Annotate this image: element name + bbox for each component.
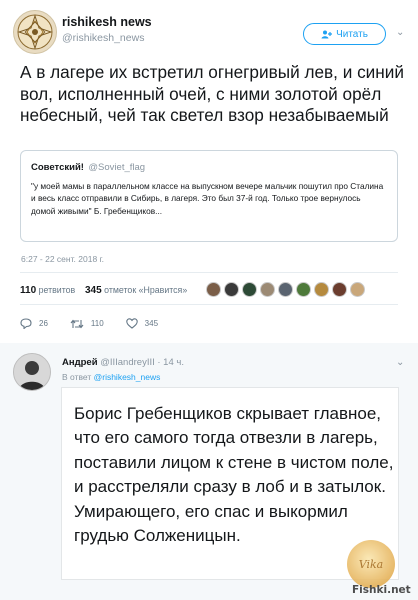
- avatar[interactable]: [242, 282, 257, 297]
- mandala-icon: [17, 14, 53, 50]
- quoted-tweet[interactable]: Советский! @Soviet_flag "у моей мамы в п…: [20, 150, 398, 242]
- reply-icon: [20, 318, 32, 329]
- quoted-tweet-text: "у моей мамы в параллельном классе на вы…: [31, 181, 384, 216]
- likes-count[interactable]: 345: [85, 285, 102, 296]
- avatar[interactable]: [350, 282, 365, 297]
- heart-icon: [125, 318, 138, 329]
- avatar[interactable]: [296, 282, 311, 297]
- retweet-count: 110: [90, 319, 104, 328]
- quoted-author-handle: @Soviet_flag: [88, 162, 146, 173]
- follow-button[interactable]: Читать: [303, 23, 386, 45]
- avatar[interactable]: [224, 282, 239, 297]
- author-handle[interactable]: @rishikesh_news: [62, 32, 144, 44]
- retweets-count[interactable]: 110: [20, 285, 36, 296]
- reply-count: 26: [39, 319, 48, 328]
- tweet-timestamp[interactable]: 6:27 - 22 сент. 2018 г.: [21, 254, 104, 264]
- person-icon: [14, 354, 50, 390]
- follow-icon: [321, 30, 333, 38]
- reply-to-line: В ответ @rishikesh_news: [62, 372, 160, 382]
- reply-author[interactable]: Андрей @IIIandreyIII · 14 ч.: [62, 357, 184, 368]
- avatar[interactable]: [332, 282, 347, 297]
- avatar[interactable]: [206, 282, 221, 297]
- reply-to-prefix: В ответ: [62, 372, 92, 382]
- tweet-stats: 110 ретвитов 345 отметок «Нравится»: [20, 285, 187, 296]
- likes-label[interactable]: отметок «Нравится»: [104, 285, 187, 295]
- like-count: 345: [144, 319, 159, 328]
- logo-text: Vika: [358, 557, 384, 571]
- reply-text: Борис Гребенщиков скрывает главное, что …: [74, 404, 394, 546]
- screenshot-frame: rishikesh news @rishikesh_news Читать ⌄ …: [0, 0, 418, 600]
- reply-button[interactable]: 26: [20, 318, 48, 329]
- author-avatar[interactable]: [13, 10, 57, 54]
- quoted-tweet-header: Советский! @Soviet_flag: [31, 157, 387, 175]
- retweet-icon: [70, 319, 84, 328]
- watermark: Fishki.net: [352, 584, 411, 596]
- retweet-button[interactable]: 110: [70, 318, 104, 329]
- reply-avatar[interactable]: [13, 353, 51, 391]
- chevron-down-icon[interactable]: ⌄: [396, 357, 404, 368]
- liker-avatars: [206, 282, 368, 297]
- divider: [20, 272, 398, 273]
- avatar[interactable]: [278, 282, 293, 297]
- retweets-label[interactable]: ретвитов: [39, 285, 76, 295]
- author-name[interactable]: rishikesh news: [62, 15, 152, 29]
- reply-to-handle[interactable]: @rishikesh_news: [94, 372, 161, 382]
- vika-logo: Vika: [347, 540, 395, 588]
- chevron-down-icon[interactable]: ⌄: [396, 27, 404, 38]
- like-button[interactable]: 345: [125, 318, 159, 329]
- reply-author-name: Андрей: [62, 357, 98, 368]
- tweet-actions: 26 110 345: [20, 318, 180, 329]
- divider: [20, 304, 398, 305]
- tweet-text: А в лагере их встретил огнегривый лев, и…: [20, 62, 404, 125]
- avatar[interactable]: [260, 282, 275, 297]
- quoted-author-name: Советский!: [31, 162, 84, 173]
- reply-author-handle: @IIIandreyIII · 14 ч.: [100, 357, 184, 368]
- avatar[interactable]: [314, 282, 329, 297]
- follow-label: Читать: [336, 28, 368, 40]
